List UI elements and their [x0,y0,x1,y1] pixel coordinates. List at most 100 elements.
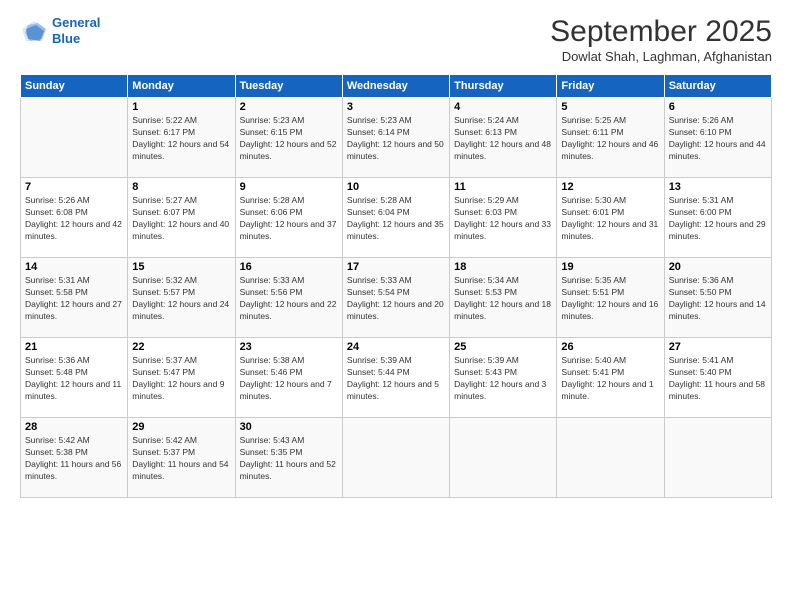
header: General Blue September 2025 Dowlat Shah,… [20,15,772,64]
table-row: 7 Sunrise: 5:26 AMSunset: 6:08 PMDayligh… [21,178,128,258]
day-number: 12 [561,181,659,193]
location: Dowlat Shah, Laghman, Afghanistan [550,49,772,64]
day-number: 26 [561,341,659,353]
day-info: Sunrise: 5:34 AMSunset: 5:53 PMDaylight:… [454,275,551,321]
table-row: 2 Sunrise: 5:23 AMSunset: 6:15 PMDayligh… [235,98,342,178]
day-info: Sunrise: 5:23 AMSunset: 6:15 PMDaylight:… [240,115,337,161]
day-number: 17 [347,261,445,273]
day-number: 25 [454,341,552,353]
table-row: 17 Sunrise: 5:33 AMSunset: 5:54 PMDaylig… [342,258,449,338]
day-info: Sunrise: 5:26 AMSunset: 6:08 PMDaylight:… [25,195,122,241]
day-number: 11 [454,181,552,193]
day-info: Sunrise: 5:33 AMSunset: 5:54 PMDaylight:… [347,275,444,321]
table-row: 28 Sunrise: 5:42 AMSunset: 5:38 PMDaylig… [21,418,128,498]
day-info: Sunrise: 5:23 AMSunset: 6:14 PMDaylight:… [347,115,444,161]
logo-general: General [52,15,100,30]
table-row: 24 Sunrise: 5:39 AMSunset: 5:44 PMDaylig… [342,338,449,418]
col-saturday: Saturday [664,75,771,98]
table-row: 26 Sunrise: 5:40 AMSunset: 5:41 PMDaylig… [557,338,664,418]
week-row-0: 1 Sunrise: 5:22 AMSunset: 6:17 PMDayligh… [21,98,772,178]
table-row: 29 Sunrise: 5:42 AMSunset: 5:37 PMDaylig… [128,418,235,498]
day-info: Sunrise: 5:40 AMSunset: 5:41 PMDaylight:… [561,355,653,401]
day-number: 20 [669,261,767,273]
table-row: 27 Sunrise: 5:41 AMSunset: 5:40 PMDaylig… [664,338,771,418]
table-row: 12 Sunrise: 5:30 AMSunset: 6:01 PMDaylig… [557,178,664,258]
logo-blue: Blue [52,31,100,47]
day-info: Sunrise: 5:27 AMSunset: 6:07 PMDaylight:… [132,195,229,241]
table-row: 6 Sunrise: 5:26 AMSunset: 6:10 PMDayligh… [664,98,771,178]
day-number: 8 [132,181,230,193]
day-info: Sunrise: 5:32 AMSunset: 5:57 PMDaylight:… [132,275,229,321]
table-row: 9 Sunrise: 5:28 AMSunset: 6:06 PMDayligh… [235,178,342,258]
table-row: 20 Sunrise: 5:36 AMSunset: 5:50 PMDaylig… [664,258,771,338]
day-info: Sunrise: 5:42 AMSunset: 5:37 PMDaylight:… [132,435,228,481]
col-wednesday: Wednesday [342,75,449,98]
day-number: 13 [669,181,767,193]
table-row: 15 Sunrise: 5:32 AMSunset: 5:57 PMDaylig… [128,258,235,338]
day-number: 16 [240,261,338,273]
table-row [21,98,128,178]
day-info: Sunrise: 5:29 AMSunset: 6:03 PMDaylight:… [454,195,551,241]
day-number: 30 [240,421,338,433]
week-row-3: 21 Sunrise: 5:36 AMSunset: 5:48 PMDaylig… [21,338,772,418]
logo-text: General Blue [52,15,100,46]
col-tuesday: Tuesday [235,75,342,98]
table-row: 16 Sunrise: 5:33 AMSunset: 5:56 PMDaylig… [235,258,342,338]
day-info: Sunrise: 5:38 AMSunset: 5:46 PMDaylight:… [240,355,332,401]
day-number: 5 [561,101,659,113]
table-row: 4 Sunrise: 5:24 AMSunset: 6:13 PMDayligh… [450,98,557,178]
day-info: Sunrise: 5:39 AMSunset: 5:43 PMDaylight:… [454,355,546,401]
day-info: Sunrise: 5:33 AMSunset: 5:56 PMDaylight:… [240,275,337,321]
day-info: Sunrise: 5:35 AMSunset: 5:51 PMDaylight:… [561,275,658,321]
table-row: 5 Sunrise: 5:25 AMSunset: 6:11 PMDayligh… [557,98,664,178]
table-row: 11 Sunrise: 5:29 AMSunset: 6:03 PMDaylig… [450,178,557,258]
table-row: 22 Sunrise: 5:37 AMSunset: 5:47 PMDaylig… [128,338,235,418]
day-info: Sunrise: 5:28 AMSunset: 6:04 PMDaylight:… [347,195,444,241]
day-number: 4 [454,101,552,113]
table-row: 8 Sunrise: 5:27 AMSunset: 6:07 PMDayligh… [128,178,235,258]
table-row: 18 Sunrise: 5:34 AMSunset: 5:53 PMDaylig… [450,258,557,338]
month-title: September 2025 [550,15,772,49]
day-info: Sunrise: 5:25 AMSunset: 6:11 PMDaylight:… [561,115,658,161]
day-number: 19 [561,261,659,273]
table-row: 23 Sunrise: 5:38 AMSunset: 5:46 PMDaylig… [235,338,342,418]
table-row: 25 Sunrise: 5:39 AMSunset: 5:43 PMDaylig… [450,338,557,418]
day-number: 9 [240,181,338,193]
day-info: Sunrise: 5:26 AMSunset: 6:10 PMDaylight:… [669,115,766,161]
day-info: Sunrise: 5:28 AMSunset: 6:06 PMDaylight:… [240,195,337,241]
page: General Blue September 2025 Dowlat Shah,… [0,0,792,612]
day-number: 3 [347,101,445,113]
table-row: 3 Sunrise: 5:23 AMSunset: 6:14 PMDayligh… [342,98,449,178]
day-info: Sunrise: 5:24 AMSunset: 6:13 PMDaylight:… [454,115,551,161]
day-number: 7 [25,181,123,193]
week-row-4: 28 Sunrise: 5:42 AMSunset: 5:38 PMDaylig… [21,418,772,498]
table-row: 19 Sunrise: 5:35 AMSunset: 5:51 PMDaylig… [557,258,664,338]
table-row [557,418,664,498]
day-number: 21 [25,341,123,353]
day-number: 27 [669,341,767,353]
day-number: 6 [669,101,767,113]
table-row: 30 Sunrise: 5:43 AMSunset: 5:35 PMDaylig… [235,418,342,498]
day-number: 29 [132,421,230,433]
day-info: Sunrise: 5:43 AMSunset: 5:35 PMDaylight:… [240,435,336,481]
week-row-2: 14 Sunrise: 5:31 AMSunset: 5:58 PMDaylig… [21,258,772,338]
header-row: Sunday Monday Tuesday Wednesday Thursday… [21,75,772,98]
day-info: Sunrise: 5:39 AMSunset: 5:44 PMDaylight:… [347,355,439,401]
logo: General Blue [20,15,100,46]
table-row: 21 Sunrise: 5:36 AMSunset: 5:48 PMDaylig… [21,338,128,418]
day-number: 18 [454,261,552,273]
day-info: Sunrise: 5:42 AMSunset: 5:38 PMDaylight:… [25,435,121,481]
day-info: Sunrise: 5:37 AMSunset: 5:47 PMDaylight:… [132,355,224,401]
calendar-table: Sunday Monday Tuesday Wednesday Thursday… [20,74,772,498]
title-block: September 2025 Dowlat Shah, Laghman, Afg… [550,15,772,64]
table-row: 10 Sunrise: 5:28 AMSunset: 6:04 PMDaylig… [342,178,449,258]
day-info: Sunrise: 5:22 AMSunset: 6:17 PMDaylight:… [132,115,229,161]
day-number: 23 [240,341,338,353]
col-thursday: Thursday [450,75,557,98]
day-info: Sunrise: 5:36 AMSunset: 5:48 PMDaylight:… [25,355,121,401]
day-number: 2 [240,101,338,113]
col-sunday: Sunday [21,75,128,98]
day-info: Sunrise: 5:41 AMSunset: 5:40 PMDaylight:… [669,355,765,401]
table-row: 1 Sunrise: 5:22 AMSunset: 6:17 PMDayligh… [128,98,235,178]
table-row: 14 Sunrise: 5:31 AMSunset: 5:58 PMDaylig… [21,258,128,338]
